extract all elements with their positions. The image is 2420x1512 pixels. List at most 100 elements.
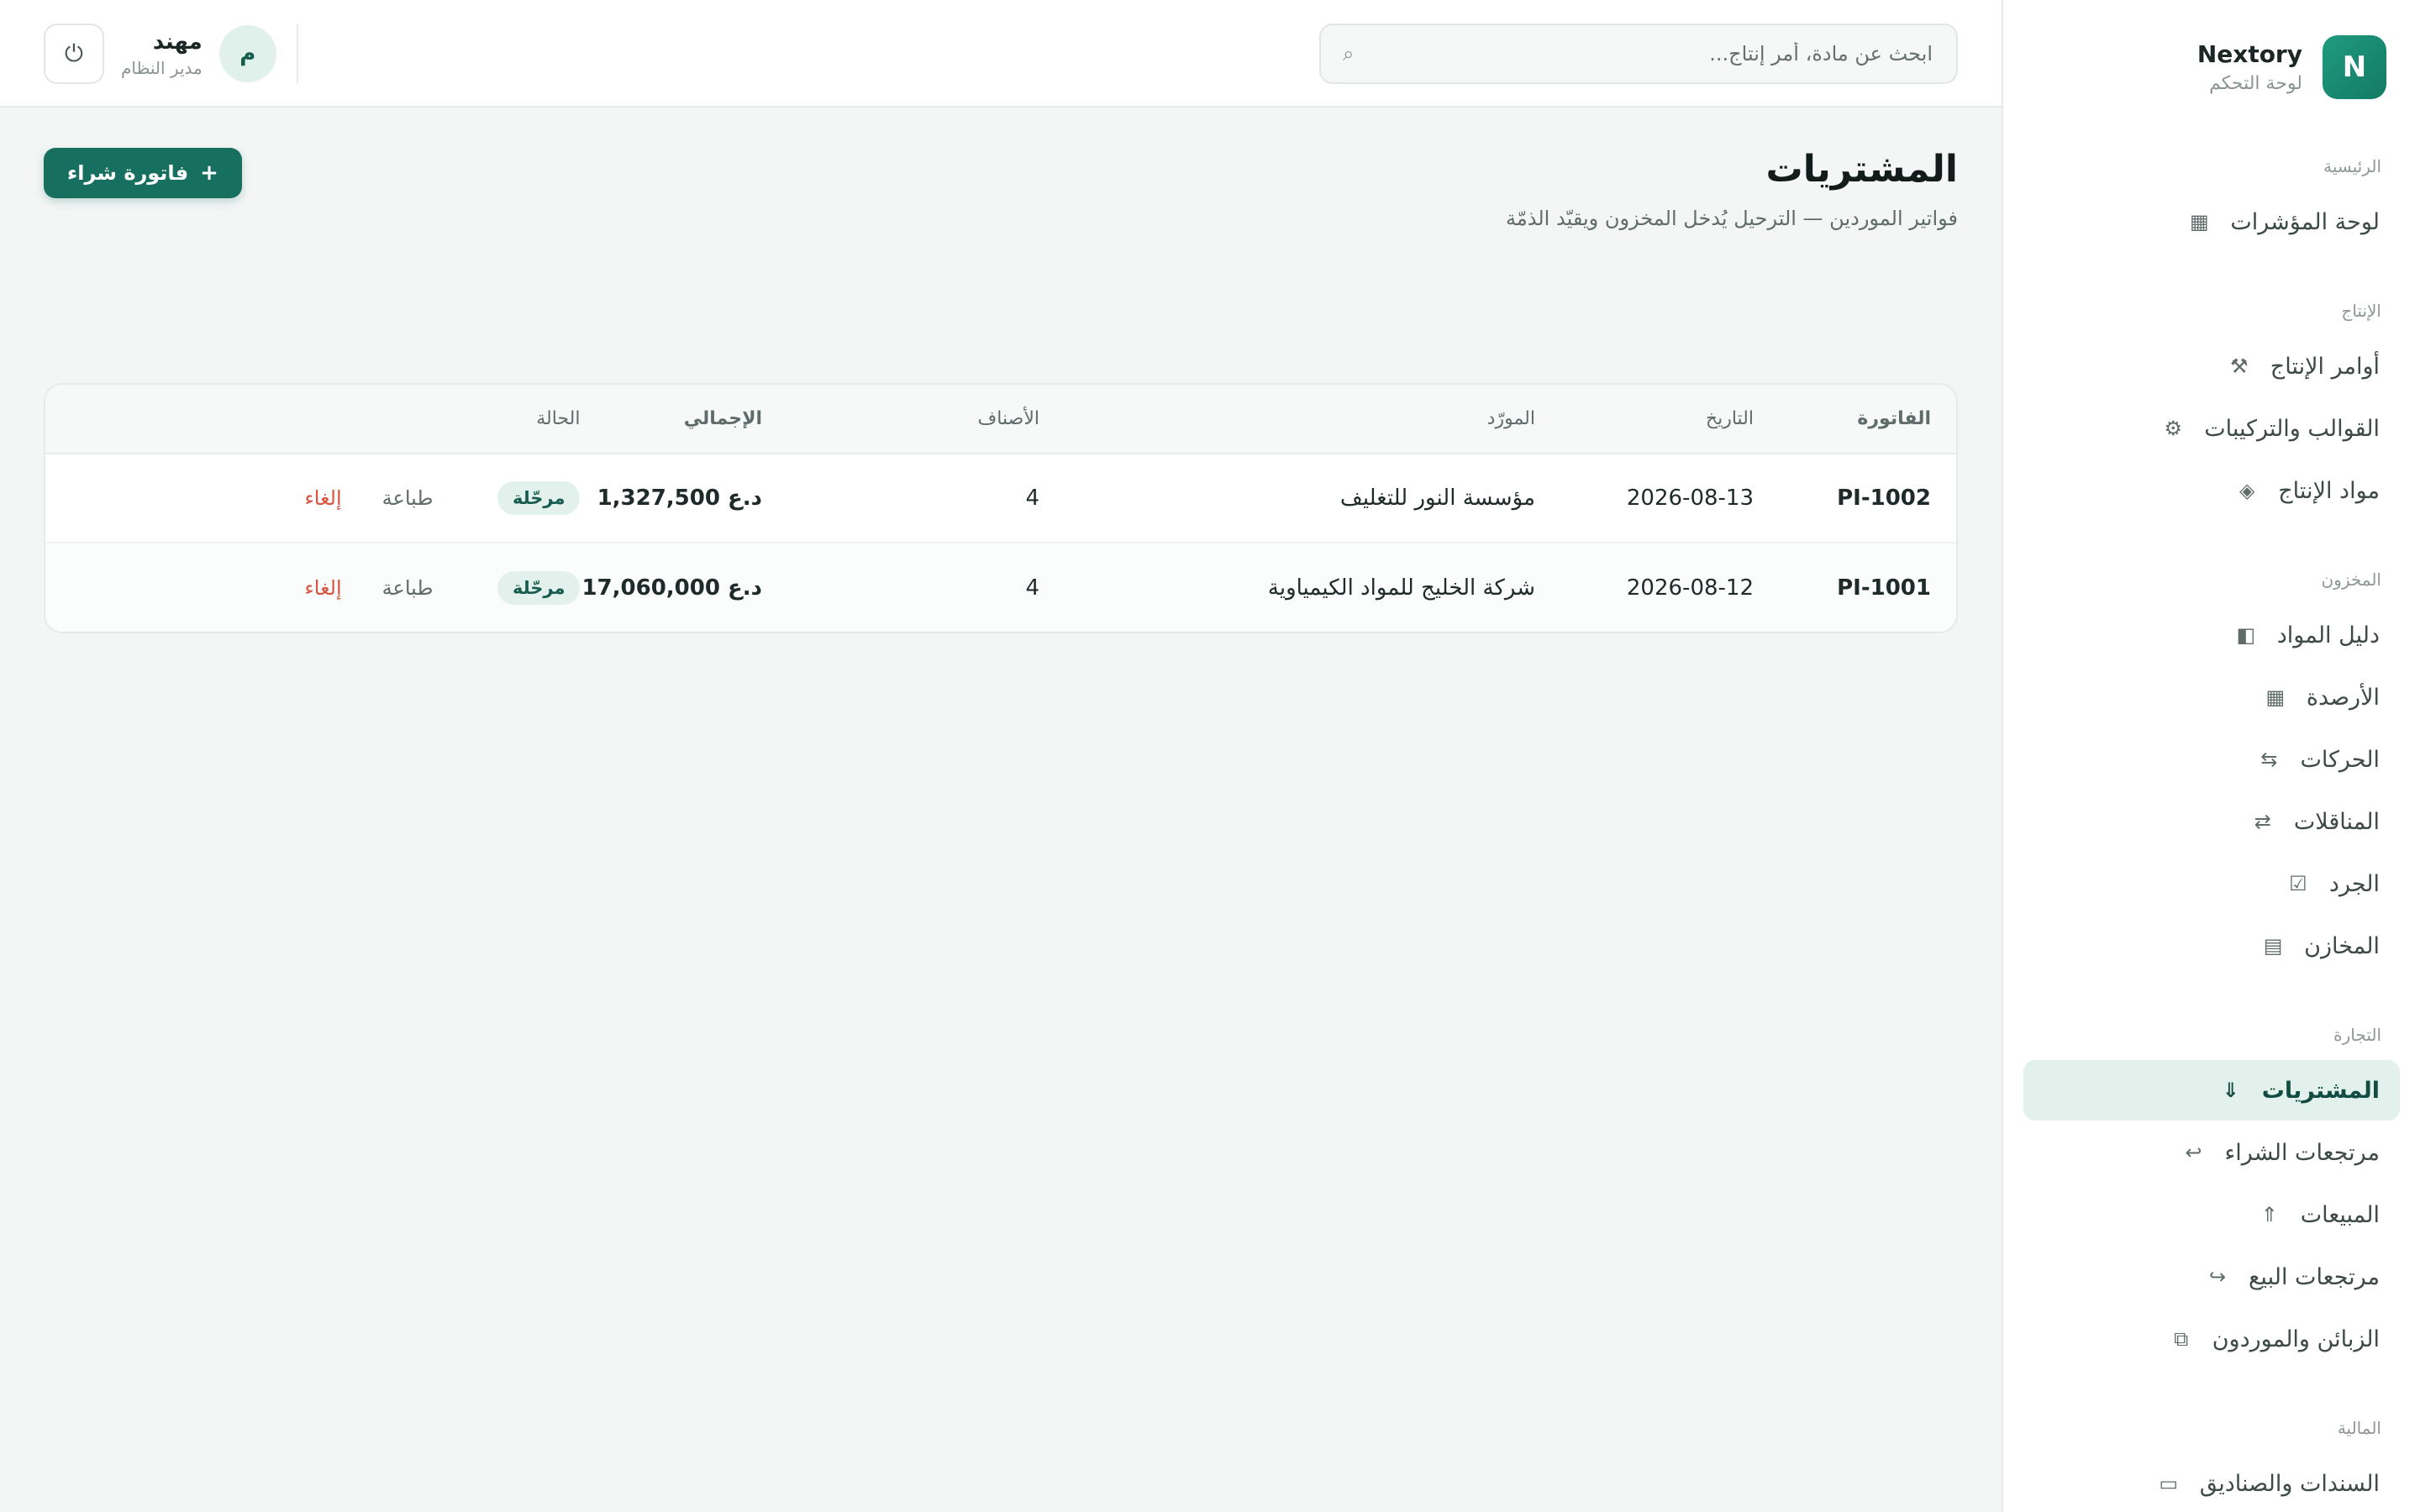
brand-subtitle: لوحة التحكم <box>2209 73 2302 94</box>
arrow-down-icon: ⇓ <box>2222 1079 2239 1102</box>
sidebar-item[interactable]: الجرد ☑ <box>2023 853 2400 914</box>
gear-icon: ⚙ <box>2164 417 2182 440</box>
cell-actions: إلغاء طباعة <box>45 454 434 543</box>
cell-invoice[interactable]: PI-1001 <box>1754 542 1956 632</box>
arrow-up-icon: ⇑ <box>2260 1203 2278 1226</box>
user-area: ⏻ مهند مدير النظام م <box>44 24 298 84</box>
sidebar-section-title: الرئيسية <box>2323 156 2381 176</box>
cell-supplier: مؤسسة النور للتغليف <box>1339 486 1535 511</box>
cell-invoice[interactable]: PI-1002 <box>1754 454 1956 543</box>
new-purchase-invoice-label: فاتورة شراء <box>67 161 189 185</box>
column-header-items[interactable]: الأصناف <box>763 385 1040 454</box>
cell-total: د.ع 1,327,500 <box>581 454 763 543</box>
search-input[interactable] <box>1369 41 1934 66</box>
cell-supplier: شركة الخليج للمواد الكيمياوية <box>1040 542 1536 632</box>
factory-icon: ⚒ <box>2230 354 2249 378</box>
avatar[interactable]: م <box>218 25 276 82</box>
sidebar-section-title: المالية <box>2337 1418 2381 1438</box>
sidebar-item[interactable]: مواد الإنتاج ◈ <box>2023 460 2400 521</box>
table-row[interactable]: PI-1002 2026-08-13 مؤسسة النور للتغليف 4… <box>45 454 1956 543</box>
print-invoice-button[interactable]: طباعة <box>382 576 434 600</box>
user-role: مدير النظام <box>121 58 203 78</box>
invoices-table: الفاتورة التاريخ المورّد الأصناف الإجمال… <box>45 385 1956 632</box>
column-header-total[interactable]: الإجمالي <box>581 385 763 454</box>
sidebar-item-label: السندات والصناديق <box>2199 1470 2380 1497</box>
grid-icon: ▦ <box>2190 210 2209 234</box>
topbar-divider <box>296 24 298 83</box>
swap-icon: ⇄ <box>2254 810 2271 833</box>
cell-items: 4 <box>1025 486 1039 511</box>
sidebar-item-label: القوالب والتركيبات <box>2204 415 2380 442</box>
sidebar-item[interactable]: المبيعات ⇑ <box>2023 1184 2400 1245</box>
checkbox-icon: ☑ <box>2289 872 2307 895</box>
sidebar-section-title: الإنتاج <box>2341 301 2381 321</box>
sidebar-item[interactable]: الزبائن والموردون ⧉ <box>2023 1309 2400 1369</box>
cell-actions: إلغاء طباعة <box>45 542 434 632</box>
table-header-row: الفاتورة التاريخ المورّد الأصناف الإجمال… <box>45 385 1956 454</box>
sidebar-item-label: مرتجعات البيع <box>2249 1263 2380 1290</box>
sidebar-item[interactable]: مرتجعات الشراء ↩ <box>2023 1122 2400 1183</box>
sidebar-item-label: الجرد <box>2328 870 2380 897</box>
contacts-icon: ⧉ <box>2174 1327 2189 1351</box>
sidebar-item[interactable]: مرتجعات البيع ↪ <box>2023 1247 2400 1307</box>
cancel-invoice-button[interactable]: إلغاء <box>304 486 341 510</box>
sidebar-item-label: مرتجعات الشراء <box>2224 1139 2380 1166</box>
sidebar-item-label: دليل المواد <box>2276 622 2380 648</box>
brand-text: Nextory لوحة التحكم <box>2197 40 2302 94</box>
column-header-supplier[interactable]: المورّد <box>1040 385 1536 454</box>
grid-icon: ▦ <box>2265 685 2286 709</box>
invoices-table-card: الفاتورة التاريخ المورّد الأصناف الإجمال… <box>44 383 1958 633</box>
page-title: المشتريات <box>1765 148 1958 191</box>
sidebar: N Nextory لوحة التحكم الرئيسية لوحة المؤش… <box>2002 0 2420 1512</box>
sidebar-item[interactable]: الحركات ⇆ <box>2023 729 2400 790</box>
sidebar-item-label: المناقلات <box>2293 808 2380 835</box>
app-root: N Nextory لوحة التحكم الرئيسية لوحة المؤش… <box>0 0 2420 1512</box>
cell-date: 2026-08-13 <box>1626 486 1754 511</box>
arrows-icon: ⇆ <box>2260 748 2278 771</box>
sidebar-item[interactable]: أوامر الإنتاج ⚒ <box>2023 336 2400 396</box>
sidebar-item[interactable]: الأرصدة ▦ <box>2023 667 2400 727</box>
column-header-date[interactable]: التاريخ <box>1536 385 1754 454</box>
sidebar-section-title: المخزون <box>2321 570 2381 590</box>
logout-button[interactable]: ⏻ <box>44 24 104 84</box>
sidebar-nav: الرئيسية لوحة المؤشرات ▦ الإنتاج أوامر الإنت… <box>2003 156 2420 1512</box>
total-value: د.ع 17,060,000 <box>581 575 762 601</box>
warehouse-icon: ▤ <box>2263 934 2283 958</box>
search-box[interactable]: ⌕ <box>1319 24 1958 84</box>
return-right-icon: ↪ <box>2208 1265 2227 1289</box>
sidebar-item[interactable]: القوالب والتركيبات ⚙ <box>2023 398 2400 459</box>
sidebar-item-label: أوامر الإنتاج <box>2270 353 2380 380</box>
cell-items: 4 <box>763 542 1040 632</box>
new-purchase-invoice-button[interactable]: + فاتورة شراء <box>44 148 242 198</box>
return-icon: ↩ <box>2185 1141 2202 1164</box>
page-subtitle: فواتير الموردين — الترحيل يُدخل المخزون … <box>1506 207 1958 230</box>
cell-total: د.ع 17,060,000 <box>581 542 763 632</box>
print-invoice-button[interactable]: طباعة <box>382 486 434 510</box>
user-info: مهند مدير النظام <box>121 29 203 78</box>
sidebar-item[interactable]: المخازن ▤ <box>2023 916 2400 976</box>
cancel-invoice-button[interactable]: إلغاء <box>304 576 341 600</box>
topbar: ⌕ ⏻ مهند مدير النظام م <box>0 0 2002 108</box>
sidebar-item[interactable]: دليل المواد ◧ <box>2023 605 2400 665</box>
plus-icon: + <box>200 160 218 186</box>
total-value: د.ع 1,327,500 <box>597 486 762 511</box>
column-header-status[interactable]: الحالة <box>434 385 581 454</box>
sidebar-item[interactable]: السندات والصناديق ▭ <box>2023 1453 2400 1512</box>
row-actions: إلغاء طباعة <box>79 576 433 600</box>
sidebar-item[interactable]: المناقلات ⇄ <box>2023 791 2400 852</box>
brand[interactable]: N Nextory لوحة التحكم <box>2003 0 2420 101</box>
status-badge: مرحّلة <box>497 570 581 605</box>
sidebar-item[interactable]: المشتريات ⇓ <box>2023 1060 2400 1121</box>
cash-icon: ▭ <box>2159 1472 2179 1495</box>
power-icon: ⏻ <box>64 39 84 67</box>
sidebar-item-label: المشتريات <box>2261 1077 2380 1104</box>
column-header-invoice[interactable]: الفاتورة <box>1754 385 1956 454</box>
table-row[interactable]: PI-1001 2026-08-12 شركة الخليج للمواد ال… <box>45 542 1956 632</box>
sidebar-item[interactable]: لوحة المؤشرات ▦ <box>2023 192 2400 252</box>
cell-status: مرحّلة <box>434 542 581 632</box>
sidebar-section-title: التجارة <box>2333 1025 2381 1045</box>
user-name: مهند <box>152 29 203 55</box>
search-icon: ⌕ <box>1343 42 1355 66</box>
brand-name: Nextory <box>2196 40 2302 68</box>
cell-status: مرحّلة <box>434 454 581 543</box>
